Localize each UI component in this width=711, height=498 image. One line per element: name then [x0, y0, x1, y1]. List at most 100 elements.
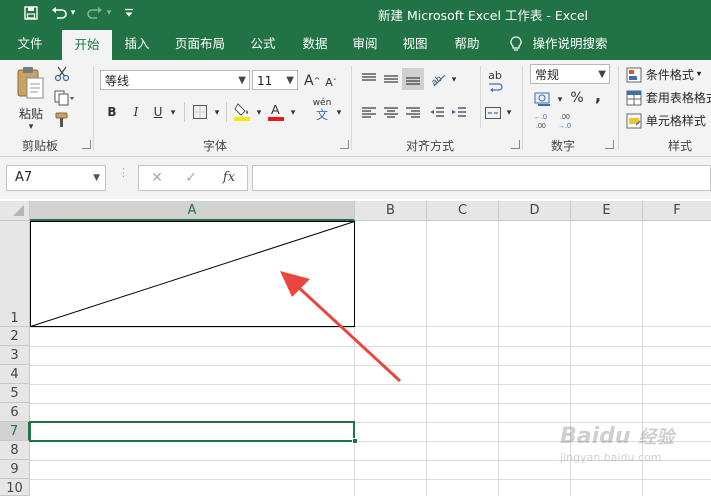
increase-decimal-icon[interactable]: ←.0.00: [534, 112, 554, 130]
redo-icon[interactable]: [86, 4, 104, 22]
tab-home[interactable]: 开始: [62, 30, 112, 60]
chevron-down-icon: ▼: [286, 75, 294, 86]
fill-handle[interactable]: [352, 438, 358, 444]
cell-styles-button[interactable]: 单元格样式: [626, 112, 711, 130]
grow-font-button[interactable]: A^: [304, 72, 320, 90]
format-painter-icon[interactable]: [54, 112, 70, 128]
comma-style-button[interactable]: ,: [592, 87, 604, 105]
decrease-indent-icon[interactable]: [428, 104, 446, 122]
alignment-group-label: 对齐方式: [405, 139, 454, 153]
cancel-icon[interactable]: ✕: [149, 168, 165, 188]
tell-me-search[interactable]: 操作说明搜索: [530, 27, 610, 60]
column-header-e[interactable]: E: [571, 201, 643, 221]
font-name-select[interactable]: 等线 ▼: [100, 70, 250, 90]
align-bottom-icon[interactable]: [402, 68, 424, 90]
paste-dropdown-icon[interactable]: ▾: [14, 123, 48, 132]
font-launcher-icon[interactable]: [340, 140, 349, 149]
italic-button[interactable]: I: [128, 103, 144, 121]
select-all-corner[interactable]: [0, 201, 30, 221]
number-launcher-icon[interactable]: [605, 140, 614, 149]
underline-button[interactable]: U: [150, 103, 166, 121]
tab-file[interactable]: 文件: [8, 27, 52, 60]
tab-data[interactable]: 数据: [294, 27, 336, 60]
column-header-f[interactable]: F: [643, 201, 711, 221]
phonetic-dropdown-icon[interactable]: ▾: [334, 104, 344, 122]
tab-review[interactable]: 审阅: [344, 27, 386, 60]
row-header-2[interactable]: 2: [0, 327, 30, 346]
alignment-launcher-icon[interactable]: [511, 140, 520, 149]
row-header-8[interactable]: 8: [0, 441, 30, 460]
percent-style-button[interactable]: %: [568, 89, 586, 107]
group-divider: [351, 66, 352, 150]
increase-indent-icon[interactable]: [450, 104, 468, 122]
borders-icon[interactable]: [192, 104, 208, 120]
wrap-text-button[interactable]: ab: [484, 70, 506, 92]
phonetic-guide-button[interactable]: wén 文: [310, 98, 334, 124]
insert-function-icon[interactable]: fx: [219, 168, 239, 188]
row-header-9[interactable]: 9: [0, 460, 30, 479]
row-header-5[interactable]: 5: [0, 384, 30, 403]
tab-help[interactable]: 帮助: [446, 27, 488, 60]
redo-dropdown-icon[interactable]: ▾: [104, 4, 114, 22]
decrease-decimal-icon[interactable]: .00 →.0: [558, 112, 578, 130]
row-header-4[interactable]: 4: [0, 365, 30, 384]
name-box-dropdown-icon[interactable]: ▼: [93, 166, 100, 190]
orientation-dropdown-icon[interactable]: ▾: [449, 71, 459, 89]
align-top-icon[interactable]: [360, 70, 378, 88]
tab-formulas[interactable]: 公式: [242, 27, 284, 60]
column-header-b[interactable]: B: [355, 201, 427, 221]
tab-view[interactable]: 视图: [394, 27, 436, 60]
number-format-select[interactable]: 常规 ▼: [530, 64, 610, 84]
align-middle-icon[interactable]: [382, 70, 400, 88]
active-cell-a7[interactable]: [29, 421, 355, 442]
paste-button[interactable]: 粘贴 ▾: [14, 66, 48, 132]
column-header-a[interactable]: A: [30, 201, 355, 221]
fill-color-swatch: [234, 117, 250, 121]
align-left-icon[interactable]: [360, 104, 378, 122]
tab-insert[interactable]: 插入: [116, 27, 158, 60]
row-header-3[interactable]: 3: [0, 346, 30, 365]
worksheet-grid[interactable]: A B C D E F 1 2 3 4 5 6 7 8 9 10 Baidu 经…: [0, 201, 711, 496]
align-center-icon[interactable]: [382, 104, 400, 122]
accounting-dropdown-icon[interactable]: ▾: [555, 91, 565, 109]
clipboard-launcher-icon[interactable]: [82, 140, 91, 149]
merge-dropdown-icon[interactable]: ▾: [504, 104, 514, 122]
font-color-dropdown-icon[interactable]: ▾: [288, 104, 298, 122]
cut-icon[interactable]: [54, 66, 70, 82]
fill-color-icon[interactable]: [234, 101, 252, 121]
align-right-icon[interactable]: [404, 104, 422, 122]
merge-center-icon[interactable]: [484, 104, 502, 122]
customize-qat-icon[interactable]: [122, 4, 136, 22]
conditional-formatting-button[interactable]: 条件格式 ▾: [626, 66, 711, 84]
underline-dropdown-icon[interactable]: ▾: [168, 104, 178, 122]
tab-page-layout[interactable]: 页面布局: [168, 27, 232, 60]
bold-button[interactable]: B: [104, 103, 120, 121]
font-size-select[interactable]: 11 ▼: [252, 70, 298, 90]
lightbulb-icon: [506, 27, 526, 60]
save-icon[interactable]: [22, 4, 40, 22]
watermark: Baidu 经验 jingyan.baidu.com: [560, 423, 705, 493]
borders-dropdown-icon[interactable]: ▾: [212, 104, 222, 122]
column-header-c[interactable]: C: [427, 201, 499, 221]
resize-grip-icon[interactable]: ⋮: [118, 167, 129, 186]
styles-group-label: 样式: [667, 139, 692, 153]
orientation-icon[interactable]: ab: [429, 70, 448, 88]
undo-dropdown-icon[interactable]: ▾: [68, 4, 78, 22]
formula-input[interactable]: [252, 165, 711, 191]
shrink-font-button[interactable]: Aˇ: [324, 74, 338, 92]
paste-label: 粘贴: [18, 107, 43, 121]
undo-icon[interactable]: [50, 4, 68, 22]
format-as-table-button[interactable]: 套用表格格式: [626, 89, 711, 107]
conditional-formatting-icon: [626, 67, 642, 82]
fill-color-dropdown-icon[interactable]: ▾: [254, 104, 264, 122]
font-color-icon[interactable]: A: [268, 101, 286, 121]
accounting-format-icon[interactable]: [534, 90, 554, 108]
name-box[interactable]: A7 ▼: [6, 165, 106, 191]
row-header-10[interactable]: 10: [0, 479, 30, 496]
row-header-6[interactable]: 6: [0, 403, 30, 422]
copy-icon[interactable]: [54, 90, 76, 106]
row-header-1[interactable]: 1: [0, 221, 30, 327]
column-header-d[interactable]: D: [499, 201, 571, 221]
row-header-7[interactable]: 7: [0, 422, 30, 441]
enter-icon[interactable]: ✓: [183, 168, 199, 188]
